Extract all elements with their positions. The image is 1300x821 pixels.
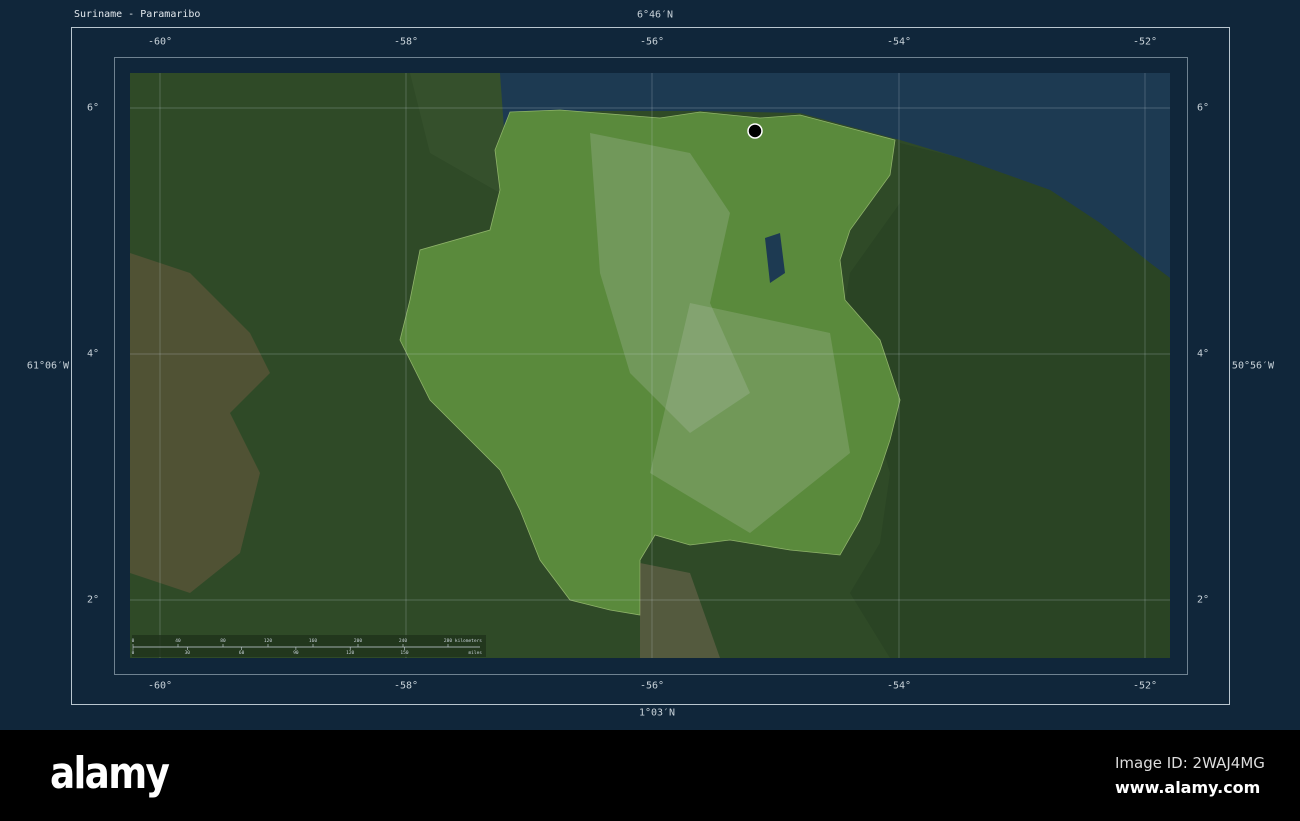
scale-mi-tick: 0 [132, 650, 135, 656]
longitude-label: -58° [393, 680, 419, 692]
footer: alamy Image ID: 2WAJ4MG www.alamy.com [0, 730, 1300, 821]
site-url[interactable]: www.alamy.com [1115, 778, 1260, 797]
scale-mi-tick: 90 [293, 650, 299, 656]
image-id: Image ID: 2WAJ4MG [1115, 754, 1265, 772]
longitude-label: -60° [147, 680, 173, 692]
scale-km-tick: 80 [220, 638, 226, 644]
scale-km-label: kilometers [455, 638, 482, 644]
longitude-label: -52° [1132, 680, 1158, 692]
scale-km-tick: 0 [132, 638, 135, 644]
scale-mi-tick: 60 [239, 650, 245, 656]
map-title: Suriname - Paramaribo [74, 9, 201, 20]
scale-mi-tick: 120 [346, 650, 354, 656]
north-extent-label: 6°46′N [636, 9, 674, 21]
scale-km-tick: 40 [175, 638, 181, 644]
longitude-label: -52° [1132, 36, 1158, 48]
latitude-label: 6° [1196, 102, 1210, 114]
longitude-label: -60° [147, 36, 173, 48]
scale-km-tick: 160 [309, 638, 317, 644]
scale-mi-label: miles [468, 650, 482, 656]
scale-bar: 0 40 80 120 160 200 240 280 kilometers 0 30 60 90 120… [132, 635, 486, 657]
latitude-label: 6° [86, 102, 100, 114]
longitude-label: -58° [393, 36, 419, 48]
satellite-map: 0 40 80 120 160 200 240 280 kilometers 0 30 60 90 120… [130, 73, 1170, 658]
longitude-label: -54° [886, 680, 912, 692]
scale-mi-tick: 150 [400, 650, 408, 656]
latitude-label: 2° [1196, 594, 1210, 606]
west-extent-label: 61°06′W [26, 360, 70, 372]
alamy-logo: alamy [50, 748, 170, 799]
scale-km-tick: 280 [444, 638, 452, 644]
longitude-label: -54° [886, 36, 912, 48]
scale-km-tick: 240 [399, 638, 407, 644]
longitude-label: -56° [639, 680, 665, 692]
scale-km-tick: 120 [264, 638, 272, 644]
scale-mi-tick: 30 [185, 650, 191, 656]
latitude-label: 2° [86, 594, 100, 606]
map-canvas: Suriname - Paramaribo 6°46′N 1°03′N 61°0… [0, 0, 1300, 730]
south-extent-label: 1°03′N [638, 707, 676, 719]
latitude-label: 4° [1196, 348, 1210, 360]
east-extent-label: 50°56′W [1231, 360, 1275, 372]
scale-km-tick: 200 [354, 638, 362, 644]
capital-marker-paramaribo [747, 123, 763, 139]
latitude-label: 4° [86, 348, 100, 360]
longitude-label: -56° [639, 36, 665, 48]
